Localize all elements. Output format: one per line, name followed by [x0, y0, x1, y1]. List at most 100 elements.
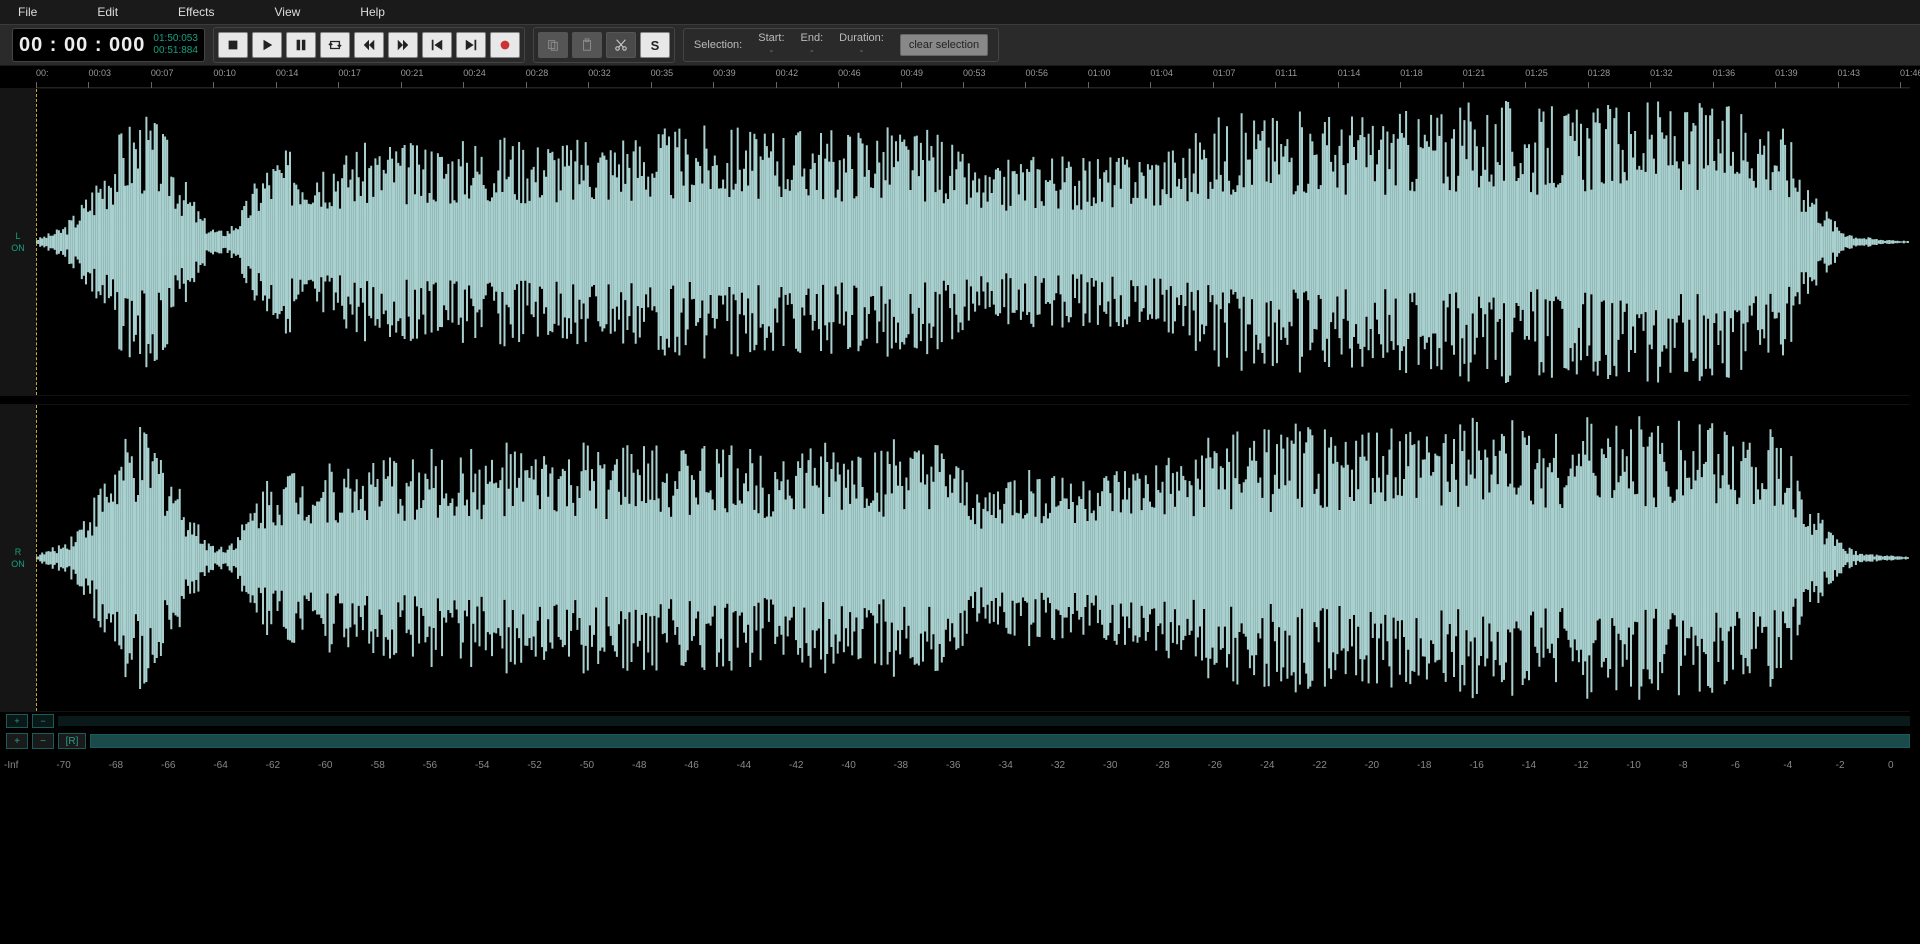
db-tick: -2 — [1836, 760, 1845, 771]
db-tick: -38 — [894, 760, 908, 771]
rewind-button[interactable] — [354, 32, 384, 58]
tracks-area: L ON R ON — [0, 88, 1920, 712]
ruler-tick: 00:24 — [463, 68, 486, 78]
ruler-tick: 00:42 — [776, 68, 799, 78]
ruler-tick: 00:17 — [338, 68, 361, 78]
record-button[interactable] — [490, 32, 520, 58]
db-tick: -44 — [737, 760, 751, 771]
db-tick: -58 — [370, 760, 384, 771]
ruler-tick: 00:28 — [526, 68, 549, 78]
track-left-label[interactable]: L ON — [0, 88, 36, 396]
ruler-tick: 00:49 — [901, 68, 924, 78]
scrollbar-thumb[interactable] — [91, 735, 1909, 747]
ruler-tick: 01:00 — [1088, 68, 1111, 78]
db-tick: -34 — [998, 760, 1012, 771]
horizontal-scroll-row: + − [R] — [0, 730, 1920, 752]
ruler-tick: 01:28 — [1588, 68, 1611, 78]
db-tick: -64 — [213, 760, 227, 771]
channel-letter: L — [15, 231, 20, 241]
horizontal-scrollbar[interactable] — [90, 734, 1910, 748]
db-tick: -52 — [527, 760, 541, 771]
ruler-tick: 01:04 — [1150, 68, 1173, 78]
selection-label: Selection: — [694, 39, 742, 51]
fast-forward-button[interactable] — [388, 32, 418, 58]
track-right: R ON — [0, 404, 1920, 712]
time-total: 01:50:053 — [153, 33, 198, 45]
play-button[interactable] — [252, 32, 282, 58]
ruler-tick: 00:32 — [588, 68, 611, 78]
stop-button[interactable] — [218, 32, 248, 58]
ruler-tick: 01:46 — [1900, 68, 1920, 78]
edit-group: S — [533, 27, 675, 63]
db-tick: -36 — [946, 760, 960, 771]
db-tick: -8 — [1679, 760, 1688, 771]
ruler-tick: 00:14 — [276, 68, 299, 78]
ruler-tick: 00:10 — [213, 68, 236, 78]
db-tick: -18 — [1417, 760, 1431, 771]
pause-button[interactable] — [286, 32, 316, 58]
ruler-tick: 01:32 — [1650, 68, 1673, 78]
playhead-line — [36, 405, 37, 711]
ruler-tick: 00:39 — [713, 68, 736, 78]
vzoom-out-button[interactable]: − — [32, 714, 54, 728]
menu-view[interactable]: View — [275, 5, 301, 19]
cut-button[interactable] — [606, 32, 636, 58]
menu-file[interactable]: File — [18, 5, 37, 19]
time-cursor: 00:51:884 — [153, 45, 198, 57]
ruler-tick: 01:25 — [1525, 68, 1548, 78]
ruler-tick: 01:36 — [1713, 68, 1736, 78]
skip-end-button[interactable] — [456, 32, 486, 58]
paste-button[interactable] — [572, 32, 602, 58]
menu-help[interactable]: Help — [360, 5, 385, 19]
ruler-tick: 01:43 — [1838, 68, 1861, 78]
db-tick: -20 — [1365, 760, 1379, 771]
ruler-tick: 01:18 — [1400, 68, 1423, 78]
db-tick: -6 — [1731, 760, 1740, 771]
loop-button[interactable] — [320, 32, 350, 58]
ruler-tick: 00:07 — [151, 68, 174, 78]
zoom-reset-button[interactable]: [R] — [58, 733, 86, 749]
vzoom-in-button[interactable]: + — [6, 714, 28, 728]
waveform-left[interactable] — [36, 88, 1910, 396]
vertical-zoom-row: + − — [0, 712, 1920, 730]
db-tick: -40 — [841, 760, 855, 771]
track-right-label[interactable]: R ON — [0, 404, 36, 712]
hzoom-in-button[interactable]: + — [6, 733, 28, 749]
snap-button[interactable]: S — [640, 32, 670, 58]
db-tick: -Inf — [4, 760, 18, 771]
db-tick: 0 — [1888, 760, 1894, 771]
db-tick: -46 — [684, 760, 698, 771]
skip-start-button[interactable] — [422, 32, 452, 58]
menu-edit[interactable]: Edit — [97, 5, 118, 19]
ruler-tick: 00:35 — [651, 68, 674, 78]
track-left: L ON — [0, 88, 1920, 396]
db-scale: -Inf-70-68-66-64-62-60-58-56-54-52-50-48… — [0, 752, 1920, 778]
time-position: 00 : 00 : 000 — [19, 34, 145, 57]
selection-panel: Selection: Start:- End:- Duration:- clea… — [683, 28, 999, 62]
selection-duration-label: Duration: — [839, 32, 884, 45]
db-tick: -60 — [318, 760, 332, 771]
db-tick: -26 — [1208, 760, 1222, 771]
db-tick: -66 — [161, 760, 175, 771]
db-tick: -4 — [1783, 760, 1792, 771]
ruler-tick: 00:21 — [401, 68, 424, 78]
db-tick: -68 — [109, 760, 123, 771]
waveform-right[interactable] — [36, 404, 1910, 712]
hzoom-out-button[interactable]: − — [32, 733, 54, 749]
db-tick: -22 — [1312, 760, 1326, 771]
ruler-tick: 01:07 — [1213, 68, 1236, 78]
db-tick: -30 — [1103, 760, 1117, 771]
menu-effects[interactable]: Effects — [178, 5, 214, 19]
menu-bar: File Edit Effects View Help — [0, 0, 1920, 24]
channel-state: ON — [11, 559, 25, 569]
selection-duration-value: - — [860, 45, 864, 58]
ruler-tick: 01:21 — [1463, 68, 1486, 78]
ruler-tick: 00: — [36, 68, 49, 78]
db-tick: -14 — [1522, 760, 1536, 771]
copy-button[interactable] — [538, 32, 568, 58]
clear-selection-button[interactable]: clear selection — [900, 34, 988, 56]
db-tick: -28 — [1155, 760, 1169, 771]
toolbar: 00 : 00 : 000 01:50:053 00:51:884 S Sele… — [0, 24, 1920, 66]
timeline-ruler[interactable]: 00:00:0300:0700:1000:1400:1700:2100:2400… — [36, 66, 1910, 88]
db-tick: -56 — [423, 760, 437, 771]
